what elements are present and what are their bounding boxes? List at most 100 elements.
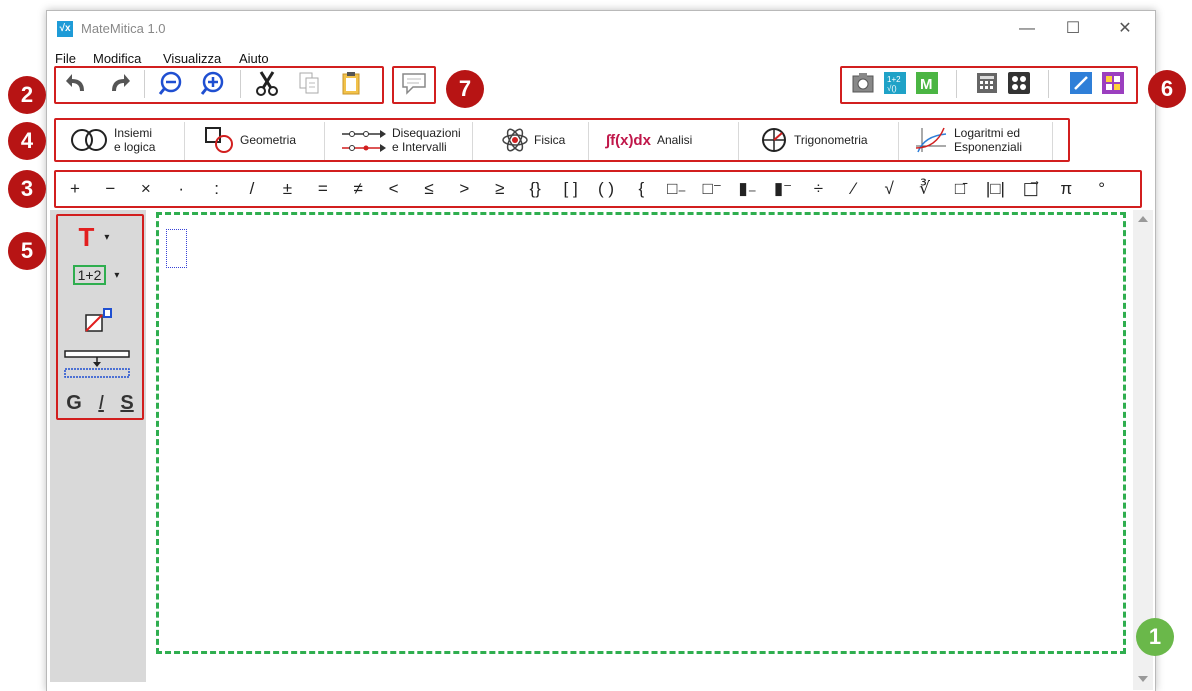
symbol-button[interactable]: √ [874, 174, 904, 204]
redo-icon[interactable] [104, 68, 134, 98]
menu-file[interactable]: File [55, 51, 76, 66]
keypad-icon[interactable] [1004, 68, 1034, 98]
symbol-button[interactable]: ≥ [485, 174, 515, 204]
tab-trigonometria[interactable]: Trigonometria [760, 120, 868, 160]
callout-badge-6: 6 [1148, 70, 1186, 108]
text-cursor-box[interactable] [166, 229, 187, 268]
tab-separator [1052, 122, 1053, 160]
callout-badge-7: 7 [446, 70, 484, 108]
symbol-button[interactable]: □₋ [662, 174, 692, 204]
symbol-button[interactable]: ( ) [591, 174, 621, 204]
tab-separator [898, 122, 899, 160]
tab-separator [588, 122, 589, 160]
text-tool-button[interactable]: T ▾ [66, 222, 122, 252]
venn-icon [71, 129, 107, 151]
editing-canvas[interactable] [156, 212, 1126, 654]
symbol-button[interactable]: π [1051, 174, 1081, 204]
symbol-button[interactable]: ÷ [803, 174, 833, 204]
screenshot-icon[interactable] [848, 68, 878, 98]
callout-badge-5: 5 [8, 232, 46, 270]
log-graph-icon [915, 127, 947, 153]
menu-visualizza[interactable]: Visualizza [163, 51, 221, 66]
tab-disequazioni[interactable]: Disequazioni e Intervalli [340, 120, 461, 160]
symbol-button[interactable]: / [237, 174, 267, 204]
symbol-button[interactable]: · [166, 174, 196, 204]
italic-button[interactable]: I [98, 392, 104, 415]
comment-icon[interactable] [399, 68, 429, 98]
zoom-out-icon[interactable] [156, 68, 186, 98]
tab-separator [472, 122, 473, 160]
symbol-button[interactable]: ≠ [343, 174, 373, 204]
shapes-icon [205, 127, 233, 153]
zoom-in-icon[interactable] [198, 68, 228, 98]
tab-label: Trigonometria [794, 133, 868, 147]
close-button[interactable]: ✕ [1107, 17, 1143, 41]
atom-icon [502, 128, 528, 152]
scroll-up-icon[interactable] [1138, 216, 1148, 222]
symbol-button[interactable]: { [626, 174, 656, 204]
symbol-button[interactable]: □̄ [945, 174, 975, 204]
exponent-tool-button[interactable] [80, 306, 116, 334]
m-icon[interactable]: M [912, 68, 942, 98]
formula-icon[interactable]: 1+2 √() [880, 68, 910, 98]
calculator-icon[interactable] [972, 68, 1002, 98]
symbol-button[interactable]: + [60, 174, 90, 204]
symbol-button[interactable]: < [379, 174, 409, 204]
paste-icon[interactable] [336, 68, 366, 98]
exponent-icon [85, 308, 112, 332]
symbol-button[interactable]: ≤ [414, 174, 444, 204]
menu-modifica[interactable]: Modifica [93, 51, 141, 66]
toolbar-separator [240, 70, 241, 98]
symbol-button[interactable]: = [308, 174, 338, 204]
chevron-down-icon: ▾ [114, 269, 120, 281]
insert-line-icon [64, 350, 130, 378]
symbol-button[interactable]: × [131, 174, 161, 204]
maximize-button[interactable]: ☐ [1055, 17, 1091, 41]
symbol-button[interactable]: : [202, 174, 232, 204]
symbol-button[interactable]: □⁻ [697, 174, 727, 204]
bold-button[interactable]: G [66, 392, 82, 415]
symbol-button[interactable]: ⁄ [839, 174, 869, 204]
integral-icon: ∫f(x)dx [606, 131, 651, 149]
tab-label: Fisica [534, 133, 566, 147]
symbol-button[interactable]: ∛ [910, 174, 940, 204]
callout-badge-3: 3 [8, 170, 46, 208]
symbol-button[interactable]: ± [272, 174, 302, 204]
tab-logaritmi[interactable]: Logaritmi ed Esponenziali [914, 120, 1022, 160]
menu-aiuto[interactable]: Aiuto [239, 51, 269, 66]
insert-line-button[interactable] [62, 346, 132, 380]
pen-icon[interactable] [1066, 68, 1096, 98]
scroll-down-icon[interactable] [1138, 676, 1148, 682]
undo-icon[interactable] [62, 68, 92, 98]
strike-button[interactable]: S [120, 392, 133, 415]
tab-insiemi[interactable]: Insiemi e logica [68, 120, 155, 160]
tab-label: e logica [114, 140, 156, 154]
toolbar-separator [144, 70, 145, 98]
copy-icon[interactable] [294, 68, 324, 98]
tab-label: Analisi [656, 133, 693, 147]
symbol-button[interactable]: ▮₋ [733, 174, 763, 204]
cut-icon[interactable] [252, 68, 282, 98]
math-tool-button[interactable]: 1+2 ▾ [64, 262, 128, 288]
svg-text:√(): √() [887, 84, 897, 93]
symbol-button[interactable]: ▮⁻ [768, 174, 798, 204]
tab-geometria[interactable]: Geometria [204, 120, 296, 160]
symbol-button[interactable]: {} [520, 174, 550, 204]
symbol-button[interactable]: ° [1087, 174, 1117, 204]
tab-analisi[interactable]: ∫f(x)dx Analisi [606, 120, 692, 160]
tab-fisica[interactable]: Fisica [500, 120, 565, 160]
window-title: MateMitica 1.0 [81, 21, 166, 36]
minimize-button[interactable]: — [1009, 17, 1045, 41]
title-bar: √x MateMitica 1.0 — ☐ ✕ [47, 11, 1155, 47]
symbol-button[interactable]: □⃗ [1016, 174, 1046, 204]
symbol-button[interactable]: − [95, 174, 125, 204]
symbol-button[interactable]: |□| [980, 174, 1010, 204]
circle-icon [762, 128, 786, 152]
tab-label: e Intervalli [392, 140, 447, 154]
symbol-button[interactable]: > [449, 174, 479, 204]
callout-badge-1: 1 [1136, 618, 1174, 656]
text-style-group: G I S [58, 388, 142, 418]
grid-icon[interactable] [1098, 68, 1128, 98]
toolbar-separator [956, 70, 957, 98]
symbol-button[interactable]: [ ] [556, 174, 586, 204]
